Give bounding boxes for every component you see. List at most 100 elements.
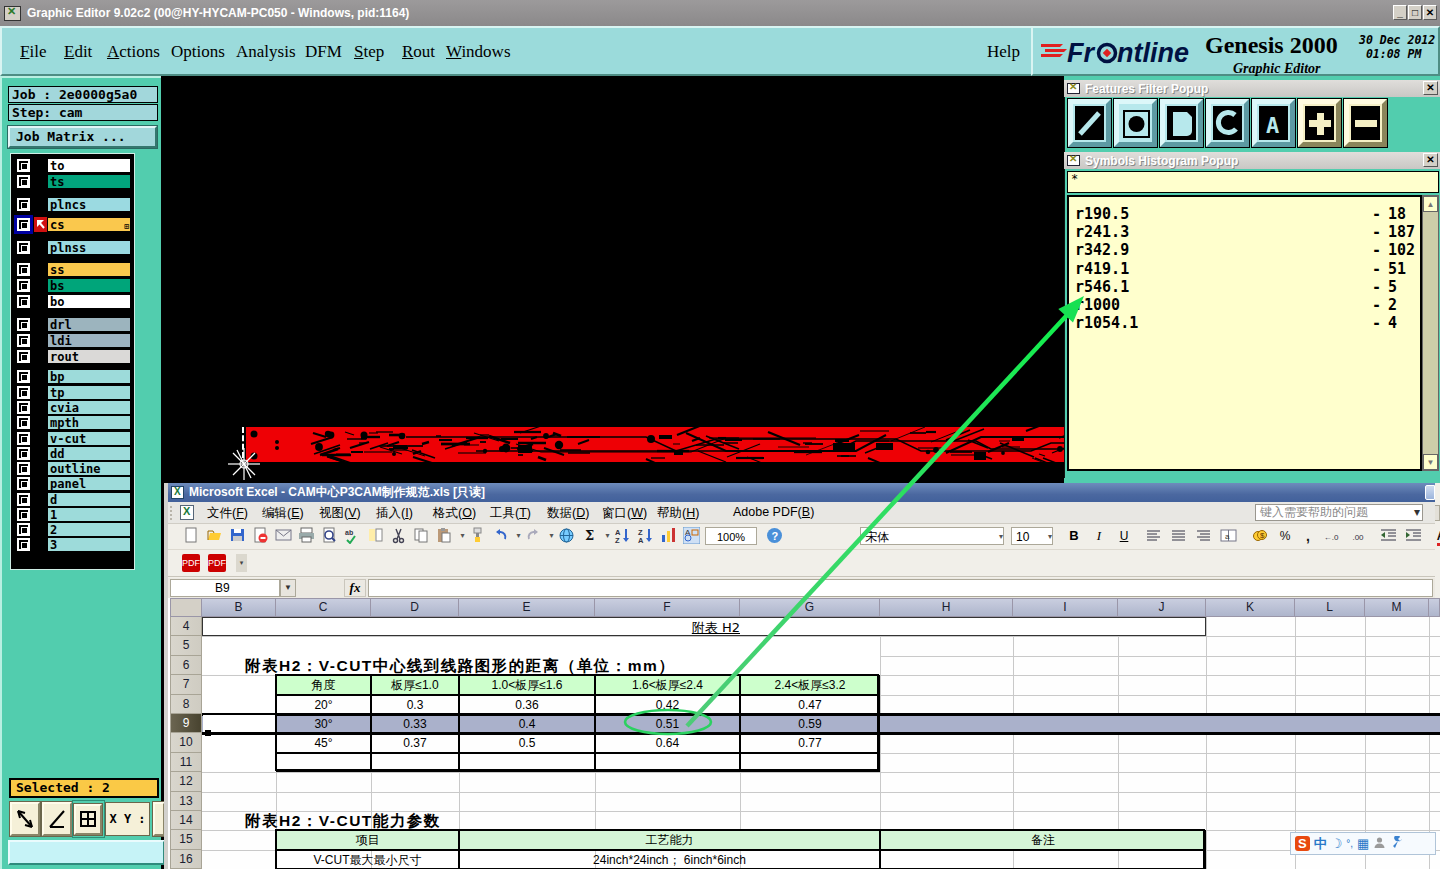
ge-menu-dfm[interactable]: DFM	[305, 42, 342, 62]
toolbar-undo-icon[interactable]	[491, 527, 509, 545]
layer-checkbox[interactable]	[17, 401, 30, 414]
ime-user-icon[interactable]	[1373, 836, 1386, 852]
features-filter-titlebar[interactable]: Features Filter Popup ✕	[1064, 80, 1440, 97]
fx-button[interactable]: fx	[344, 579, 366, 597]
layer-checkbox[interactable]	[17, 334, 30, 347]
sogou-icon[interactable]: S	[1295, 836, 1310, 851]
font-size-box[interactable]: 10▾	[1011, 527, 1053, 545]
symbol-row-r546.1[interactable]: r546.1-5	[1075, 278, 1420, 296]
toolbar-sum-dropdown-icon[interactable]: ▾	[603, 527, 612, 545]
excel-help-box[interactable]: 键入需要帮助的问题	[1255, 504, 1423, 521]
row-header-13[interactable]: 13	[170, 792, 202, 811]
layer-checkbox[interactable]	[17, 218, 30, 231]
ge-maximize-button[interactable]: □	[1408, 5, 1422, 20]
col-header-G[interactable]: G	[740, 598, 880, 617]
symbols-histogram-titlebar[interactable]: Symbols Histogram Popup ✕	[1064, 152, 1440, 169]
row-header-12[interactable]: 12	[170, 772, 202, 791]
layer-row-cvia[interactable]: cvia	[14, 400, 131, 415]
ime-toolbar[interactable]: S 中 ☽ °, ▦	[1290, 832, 1436, 855]
row-header-5[interactable]: 5	[170, 636, 202, 655]
toolbar-perm-icon[interactable]	[251, 527, 269, 545]
toolbar-redo-icon[interactable]	[524, 527, 542, 545]
layer-checkbox[interactable]	[17, 350, 30, 363]
col-header-K[interactable]: K	[1206, 598, 1295, 617]
zoom-tool-button[interactable]	[10, 802, 40, 836]
toolbar-cut-icon[interactable]	[389, 527, 407, 545]
excel-menu-0[interactable]: 文件(F)	[207, 505, 248, 522]
toolbar-align-left-icon[interactable]	[1144, 527, 1162, 545]
layer-row-v-cut[interactable]: v-cut	[14, 431, 131, 446]
layer-checkbox[interactable]	[17, 295, 30, 308]
col-header-C[interactable]: C	[276, 598, 371, 617]
excel-titlebar[interactable]: Microsoft Excel - CAM中心P3CAM制作规范.xls [只读…	[168, 483, 1435, 502]
ge-menu-file[interactable]: File	[20, 42, 46, 62]
ime-mode-chinese[interactable]: 中	[1314, 835, 1327, 853]
layer-row-ss[interactable]: ss	[14, 262, 131, 277]
col-header-L[interactable]: L	[1295, 598, 1365, 617]
excel-minimize-button[interactable]	[1425, 485, 1435, 500]
filter-plus-button[interactable]	[1297, 98, 1342, 148]
ge-minimize-button[interactable]: _	[1393, 5, 1407, 20]
toolbar-copy-icon[interactable]	[412, 527, 430, 545]
toolbar-paste-dropdown-icon[interactable]: ▾	[458, 527, 467, 545]
ge-titlebar[interactable]: Graphic Editor 9.02c2 (00@HY-HYCAM-PC050…	[0, 0, 1440, 26]
layer-checkbox[interactable]	[17, 432, 30, 445]
layer-row-d[interactable]: d	[14, 492, 131, 507]
ime-wrench-icon[interactable]	[1390, 836, 1403, 852]
toolbar-bold-icon[interactable]: B	[1065, 527, 1083, 545]
layer-row-bp[interactable]: bp	[14, 369, 131, 384]
layer-row-bs[interactable]: bs	[14, 278, 131, 293]
toolbar-comma-icon[interactable]: ,	[1299, 527, 1317, 545]
col-header-B[interactable]: B	[202, 598, 276, 617]
toolbar-underline-icon[interactable]: U	[1115, 527, 1133, 545]
filter-arc-button[interactable]	[1205, 98, 1250, 148]
layer-checkbox[interactable]	[17, 477, 30, 490]
row-header-4[interactable]: 4	[170, 617, 202, 636]
layer-checkbox[interactable]	[17, 279, 30, 292]
excel-menu-5[interactable]: 工具(T)	[490, 505, 531, 522]
toolbar-mail-icon[interactable]	[274, 527, 292, 545]
name-box-dropdown-icon[interactable]: ▼	[280, 579, 296, 597]
layer-row-mpth[interactable]: mpth	[14, 415, 131, 430]
toolbar-sortza-icon[interactable]: ZA	[636, 527, 654, 545]
layer-row-to[interactable]: to	[14, 158, 131, 173]
layer-checkbox[interactable]	[17, 493, 30, 506]
toolbar-inc-indent-icon[interactable]	[1404, 527, 1422, 545]
layer-checkbox[interactable]	[17, 241, 30, 254]
symbol-filter-input[interactable]: *	[1067, 171, 1439, 193]
layer-row-cs[interactable]: cs⊞	[14, 217, 131, 232]
toolbar-percent-icon[interactable]: %	[1276, 527, 1294, 545]
ge-menu-analysis[interactable]: Analysis	[236, 42, 296, 62]
toolbar-inc-decimal-icon[interactable]: ←.0.00	[1322, 527, 1340, 545]
toolbar-paste-icon[interactable]	[435, 527, 453, 545]
measure-tool-button[interactable]	[42, 802, 72, 836]
col-header-D[interactable]: D	[371, 598, 459, 617]
filter-surface-button[interactable]	[1159, 98, 1204, 148]
layer-row-tp[interactable]: tp	[14, 385, 131, 400]
row-header-15[interactable]: 15	[170, 830, 202, 849]
toolbar-help-icon[interactable]: ?	[765, 527, 783, 545]
ge-menu-options[interactable]: Options	[171, 42, 225, 62]
ge-menu-step[interactable]: Step	[354, 42, 384, 62]
col-header-I[interactable]: I	[1013, 598, 1118, 617]
toolbar-currency-icon[interactable]: $	[1251, 527, 1269, 545]
fill-handle[interactable]	[205, 730, 211, 736]
symbol-row-r1000[interactable]: r1000-2	[1075, 296, 1420, 314]
row-header-14[interactable]: 14	[170, 811, 202, 830]
layer-checkbox[interactable]	[17, 198, 30, 211]
job-matrix-button[interactable]: Job Matrix ...	[8, 126, 157, 148]
layer-checkbox[interactable]	[17, 447, 30, 460]
excel-menu-4[interactable]: 格式(O)	[433, 505, 476, 522]
layer-row-rout[interactable]: rout	[14, 349, 131, 364]
layer-row-2[interactable]: 2	[14, 522, 131, 537]
layer-checkbox[interactable]	[17, 538, 30, 551]
layer-checkbox[interactable]	[17, 263, 30, 276]
toolbar-research-icon[interactable]	[366, 527, 384, 545]
ge-close-button[interactable]: ✕	[1423, 5, 1437, 20]
filter-text-button[interactable]: A	[1251, 98, 1296, 148]
col-header-F[interactable]: F	[595, 598, 740, 617]
font-name-box[interactable]: 宋体▾	[860, 527, 1004, 545]
layer-row-ldi[interactable]: ldi	[14, 333, 131, 348]
row-header-8[interactable]: 8	[170, 695, 202, 714]
layer-row-plncs[interactable]: plncs	[14, 197, 131, 212]
